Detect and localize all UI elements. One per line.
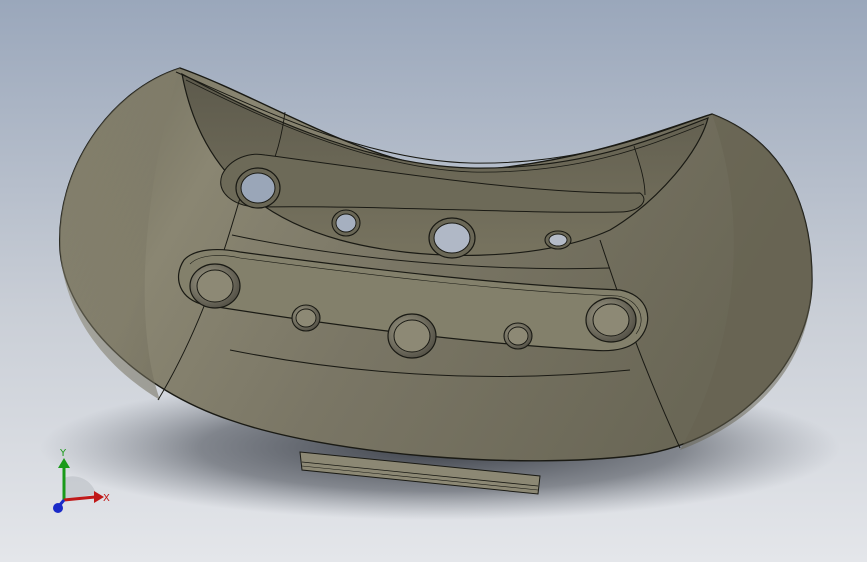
outer-hole-2[interactable] — [291, 304, 321, 332]
outer-hole-4[interactable] — [503, 322, 533, 350]
inner-hole-4[interactable] — [544, 230, 572, 250]
outer-hole-1[interactable] — [189, 263, 241, 309]
outer-hole-5[interactable] — [585, 297, 637, 343]
outer-hole-3[interactable] — [387, 313, 437, 359]
triad-x-label: X — [103, 493, 110, 504]
inner-hole-2[interactable] — [331, 209, 361, 237]
inner-hole-1[interactable] — [235, 167, 281, 209]
triad-y-label: Y — [59, 448, 67, 459]
graphics-viewport[interactable]: X Y — [0, 0, 867, 562]
inner-hole-3[interactable] — [428, 217, 476, 259]
triad-z-dot-icon — [53, 503, 63, 513]
